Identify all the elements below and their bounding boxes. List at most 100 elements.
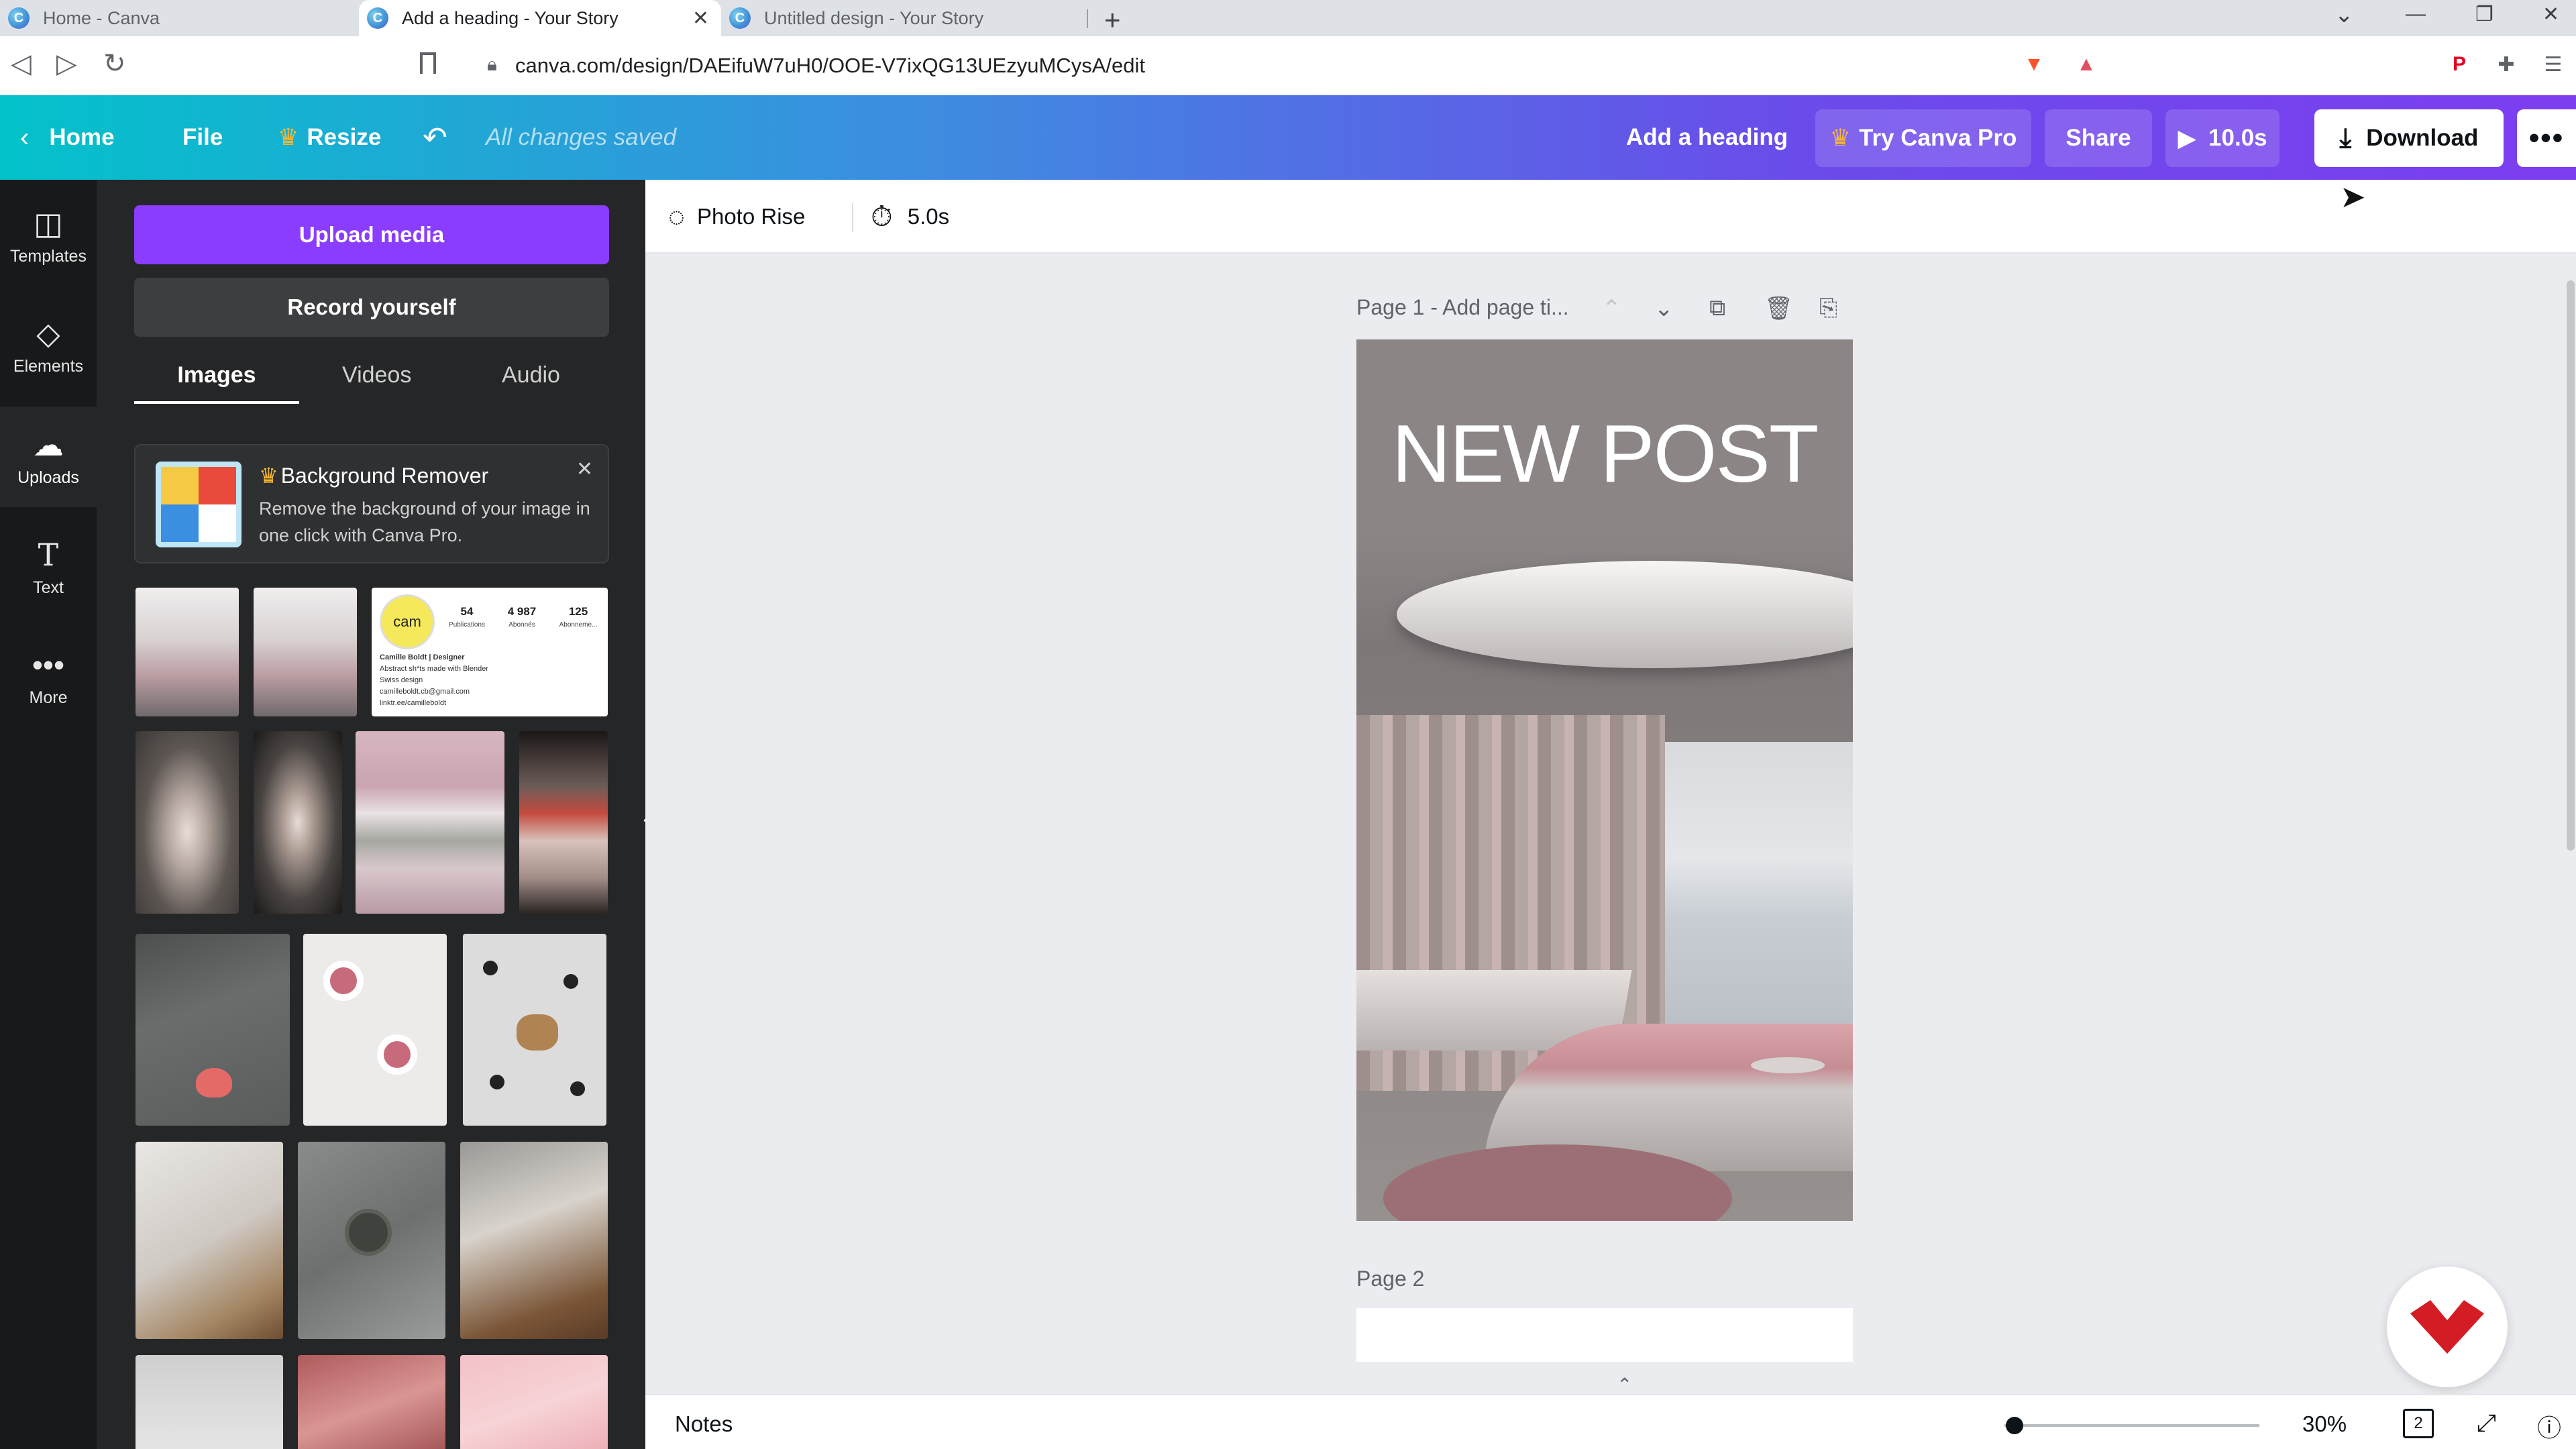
app-logo-badge[interactable]	[2387, 1267, 2508, 1387]
upload-thumbnail[interactable]	[136, 1142, 283, 1339]
move-page-down-icon[interactable]: ⌄	[1654, 295, 1674, 322]
close-tab-icon[interactable]: ✕	[692, 7, 709, 30]
try-canva-pro-button[interactable]: ♛ Try Canva Pro	[1815, 109, 2031, 167]
upload-thumbnail[interactable]	[136, 1355, 283, 1449]
upload-thumbnail[interactable]	[254, 588, 357, 716]
upload-thumbnail[interactable]	[460, 1355, 608, 1449]
upload-thumbnail[interactable]	[136, 934, 290, 1126]
forward-icon[interactable]: ▷	[56, 48, 77, 79]
help-icon[interactable]: ⓘ	[2537, 1409, 2561, 1444]
resize-button[interactable]: ♛ Resize	[278, 95, 381, 180]
more-options-icon[interactable]: •••	[2517, 109, 2576, 167]
duplicate-page-icon[interactable]: ⧉	[1709, 295, 1725, 321]
upload-thumbnail[interactable]	[463, 934, 606, 1126]
close-window-icon[interactable]: ✕	[2542, 3, 2559, 26]
design-page-2[interactable]	[1356, 1308, 1853, 1362]
browser-tab-title: Untitled design - Your Story	[764, 7, 984, 28]
delete-page-icon[interactable]: 🗑︎	[1764, 295, 1793, 322]
new-tab-icon[interactable]: +	[1104, 4, 1121, 36]
upload-thumbnail[interactable]	[303, 934, 447, 1126]
show-pages-chevron-icon[interactable]: ⌃	[1617, 1374, 1632, 1396]
profile-bio-line: camilleboldt.cb@gmail.com	[380, 688, 470, 696]
rail-item-templates[interactable]: ◫ Templates	[0, 185, 97, 286]
zoom-level[interactable]: 30%	[2302, 1411, 2347, 1437]
page-count-button[interactable]: 2	[2403, 1409, 2434, 1438]
page-heading[interactable]: NEW POST	[1356, 407, 1853, 500]
tab-videos[interactable]: Videos	[342, 362, 411, 404]
upload-thumbnail[interactable]	[519, 731, 608, 914]
browser-tab-home[interactable]: C Home - Canva	[0, 0, 359, 36]
minimize-icon[interactable]: —	[2406, 3, 2426, 25]
bookmark-icon[interactable]	[420, 52, 436, 74]
brave-shield-icon[interactable]: ▼	[2021, 51, 2047, 78]
browser-tab-untitled[interactable]: C Untitled design - Your Story	[721, 0, 1087, 36]
upload-thumbnail-profile[interactable]: cam 54 Publications 4 987 Abonnés 125 Ab…	[372, 588, 608, 716]
brave-rewards-icon[interactable]: ▲	[2073, 51, 2100, 78]
tab-images[interactable]: Images	[134, 362, 299, 404]
fullscreen-icon[interactable]: ⤢	[2477, 1409, 2496, 1438]
file-menu-button[interactable]: File	[182, 95, 223, 180]
promo-title-text: Background Remover	[280, 464, 489, 488]
design-page-1[interactable]: NEW POST	[1356, 339, 1853, 1221]
profile-stat-value: 54	[460, 605, 474, 618]
zoom-slider[interactable]	[2004, 1424, 2259, 1427]
duration-button[interactable]: ⏱ 5.0s	[871, 180, 949, 254]
close-icon[interactable]: ✕	[576, 458, 593, 481]
play-button[interactable]: ▶ 10.0s	[2165, 109, 2279, 167]
upload-thumbnail[interactable]	[460, 1142, 608, 1339]
rail-item-text[interactable]: T Text	[0, 517, 97, 617]
tab-audio[interactable]: Audio	[502, 362, 560, 404]
bowl-shape	[517, 1014, 558, 1051]
rail-item-more[interactable]: ••• More	[0, 627, 97, 727]
upload-thumbnail[interactable]	[298, 1142, 445, 1339]
record-yourself-button[interactable]: Record yourself	[134, 278, 609, 337]
berry-shape	[490, 1075, 504, 1089]
rail-item-elements[interactable]: ◇ Elements	[0, 295, 97, 396]
profile-bio-line: Camille Boldt | Designer	[380, 653, 465, 661]
vertical-scrollbar[interactable]	[2567, 280, 2575, 851]
download-button[interactable]: ⤓ Download	[2314, 109, 2504, 167]
home-label: Home	[49, 124, 115, 150]
bowl-shape	[345, 1209, 392, 1256]
profile-bio-line: Abstract sh*ts made with Blender	[380, 665, 489, 673]
move-page-up-icon[interactable]: ⌃	[1602, 295, 1621, 322]
undo-icon[interactable]: ↶	[423, 95, 447, 180]
url-field[interactable]: canva.com/design/DAEifuW7uH0/OOE-V7ixQG1…	[515, 54, 1145, 78]
page-title-field[interactable]: Page 1 - Add page ti...	[1356, 295, 1569, 320]
glass-shape	[323, 961, 364, 1001]
context-toolbar: ◌ Photo Rise ⏱ 5.0s	[645, 180, 2576, 254]
restore-icon[interactable]: ❐	[2475, 3, 2493, 26]
more-icon: •••	[32, 647, 65, 682]
home-button[interactable]: ‹ Home	[20, 95, 115, 180]
upload-thumbnail[interactable]	[136, 731, 239, 914]
upload-thumbnail[interactable]	[136, 588, 239, 716]
upload-media-button[interactable]: Upload media	[134, 205, 609, 264]
elements-icon: ◇	[36, 315, 60, 351]
lock-icon[interactable]: 🔒︎	[487, 54, 497, 76]
notes-button[interactable]: Notes	[675, 1411, 733, 1437]
profile-badge: cam	[380, 594, 435, 649]
promo-description: Remove the background of your image in o…	[259, 498, 590, 545]
promo-title: ♛ Background Remover	[259, 463, 488, 488]
profile-bio-line: Swiss design	[380, 676, 423, 684]
upload-thumbnail[interactable]	[356, 731, 504, 914]
upload-thumbnail[interactable]	[298, 1355, 445, 1449]
share-button[interactable]: Share	[2045, 109, 2152, 167]
menu-icon[interactable]: ☰	[2540, 51, 2567, 78]
zoom-slider-handle[interactable]	[2006, 1417, 2024, 1434]
extensions-icon[interactable]: ✚	[2493, 51, 2520, 78]
reload-icon[interactable]: ↻	[103, 48, 126, 79]
templates-icon: ◫	[34, 205, 63, 241]
add-page-icon[interactable]: ⎘	[1819, 295, 1837, 321]
design-title[interactable]: Add a heading	[1626, 95, 1788, 180]
animation-button[interactable]: ◌ Photo Rise	[668, 180, 805, 254]
toolbar-divider	[852, 203, 853, 232]
rail-item-uploads[interactable]: ☁ Uploads	[0, 407, 97, 507]
back-icon[interactable]: ◁	[11, 48, 32, 79]
background-remover-promo[interactable]: ♛ Background Remover Remove the backgroun…	[134, 444, 609, 564]
upload-thumbnail[interactable]	[254, 731, 342, 914]
tab-search-icon[interactable]: ⌄	[2334, 1, 2354, 28]
browser-tab-active[interactable]: C Add a heading - Your Story ✕	[359, 0, 721, 36]
pinterest-icon[interactable]: P	[2446, 51, 2473, 78]
bottom-toolbar: Notes 30% 2 ⤢ ⓘ	[645, 1394, 2576, 1449]
